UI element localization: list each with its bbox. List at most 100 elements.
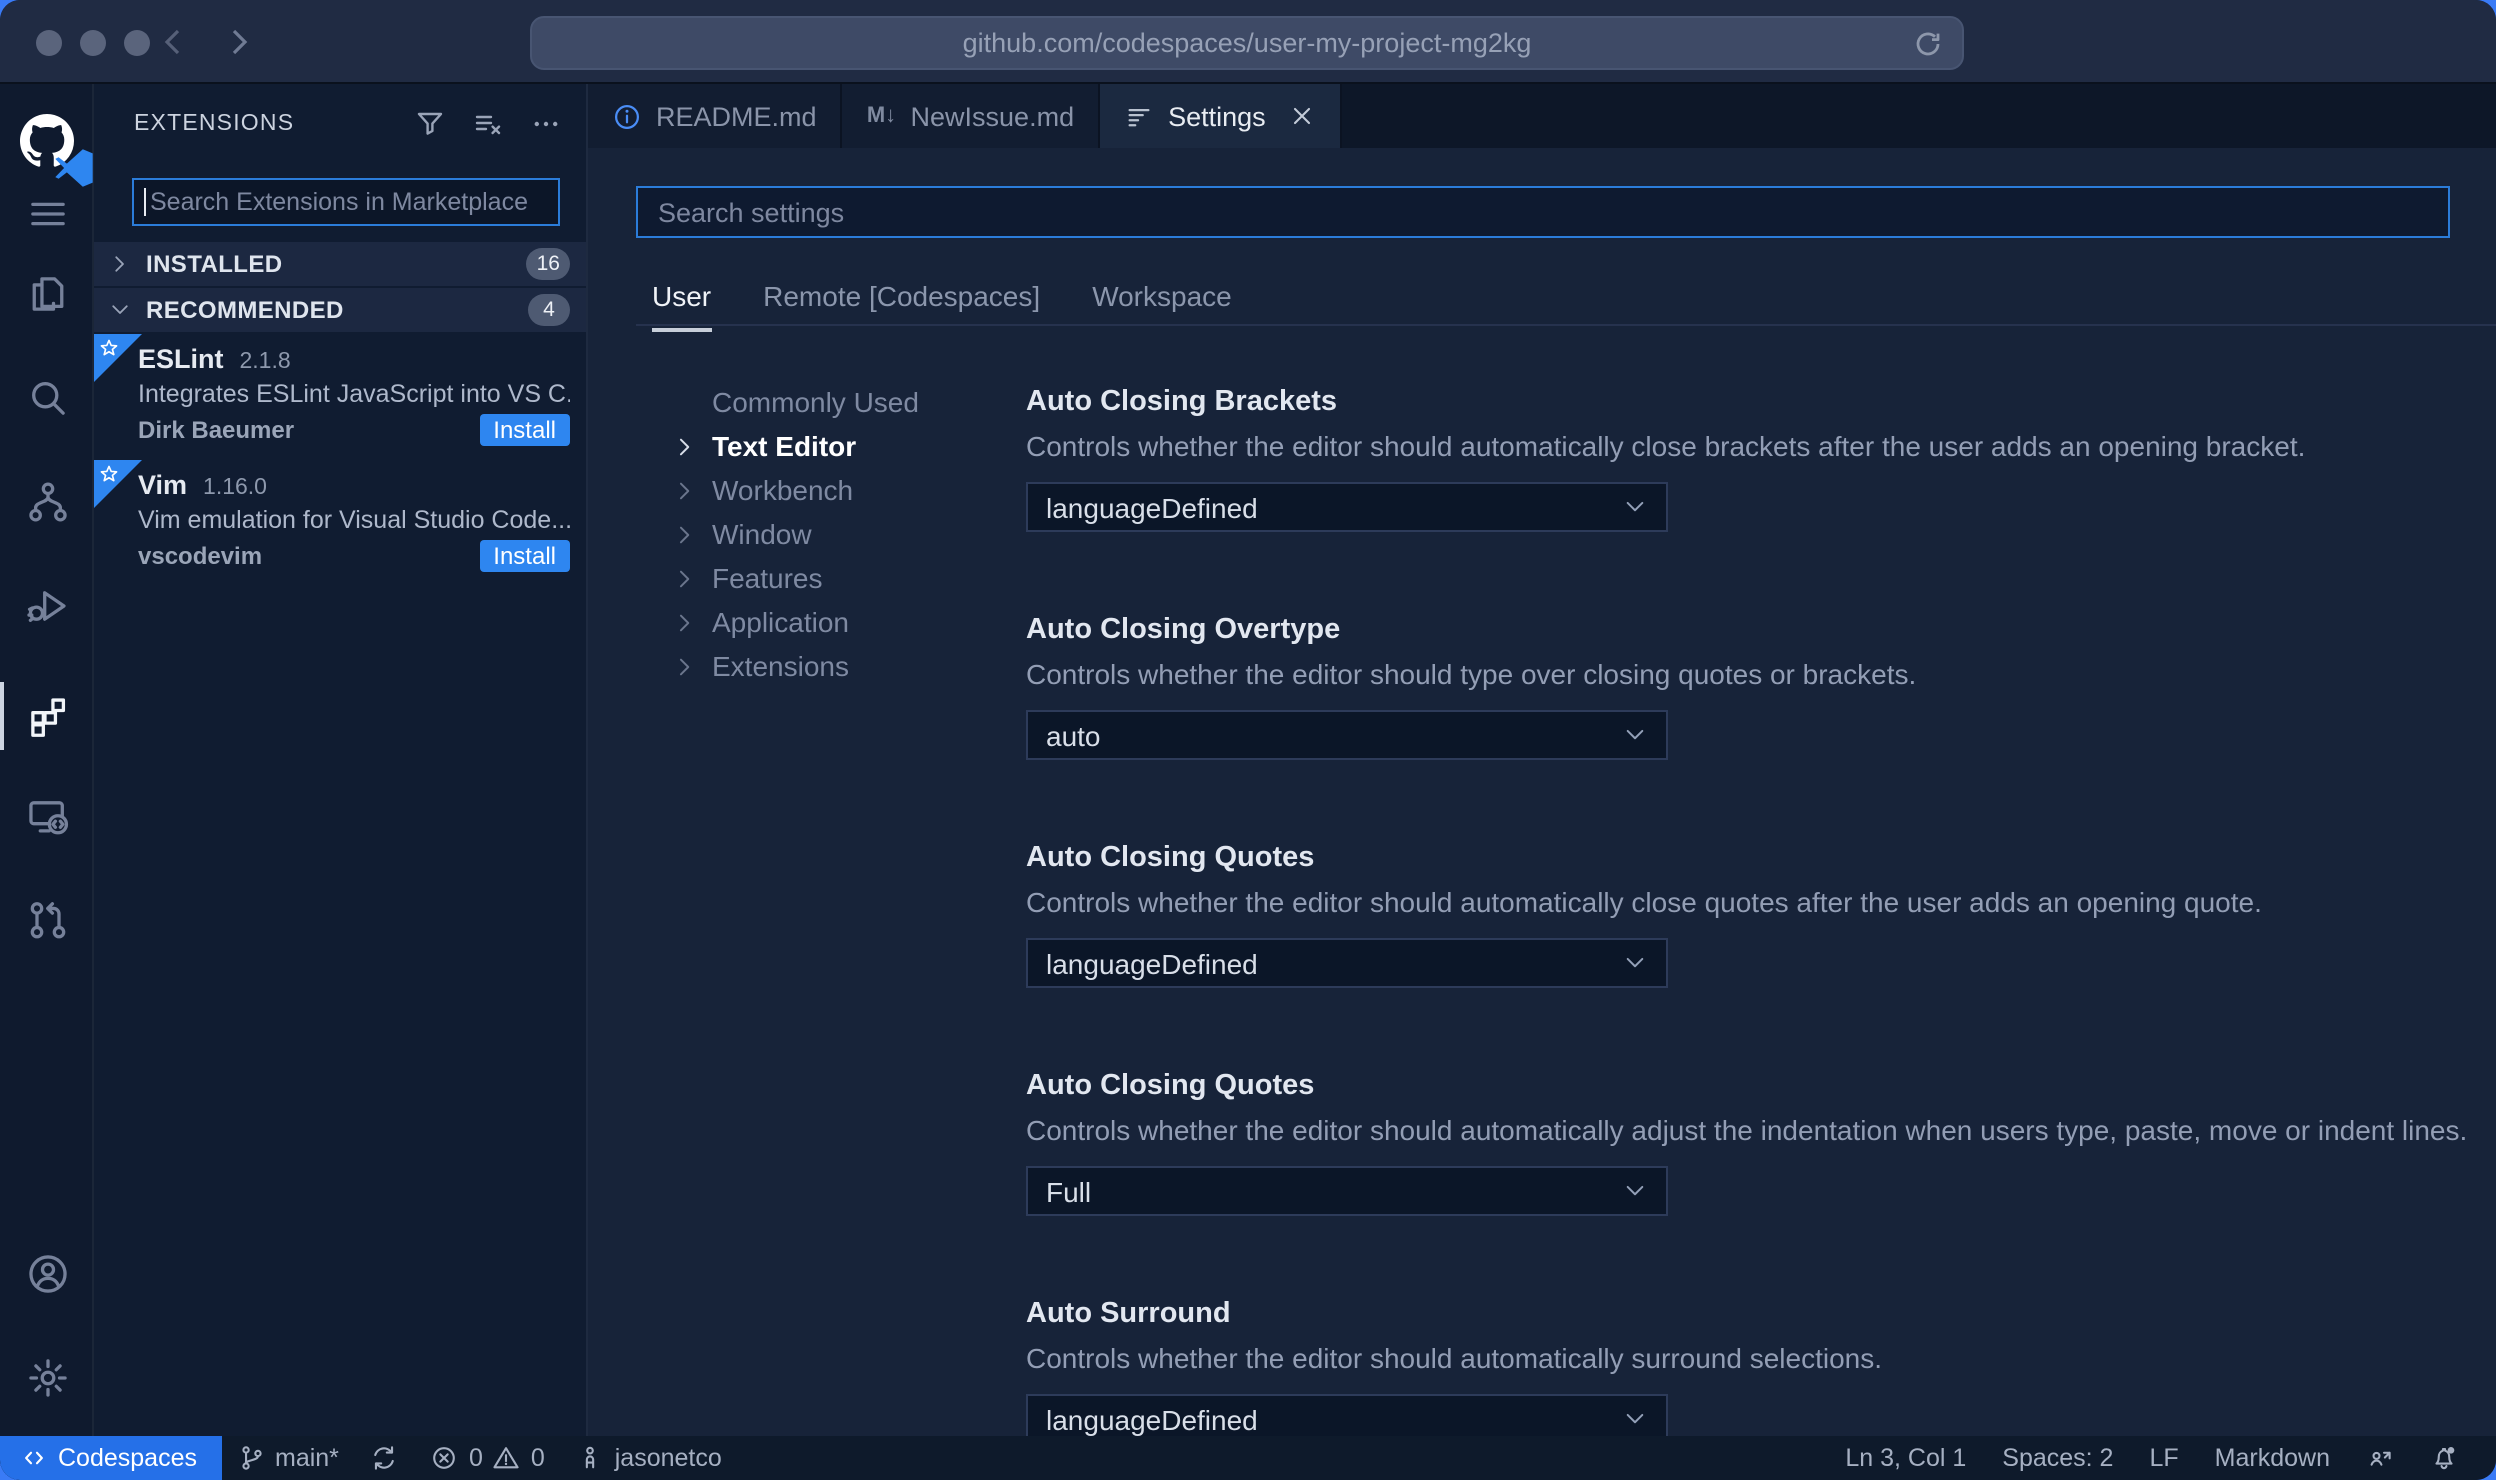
activity-item-account[interactable] <box>0 1238 94 1310</box>
status-indentation[interactable]: Spaces: 2 <box>1984 1436 2131 1480</box>
activity-item-menu[interactable] <box>0 178 94 250</box>
clear-list-icon[interactable] <box>472 108 504 140</box>
install-button[interactable]: Install <box>479 540 570 572</box>
tab-newissue-md[interactable]: M↓ NewIssue.md <box>842 84 1101 148</box>
close-window-button[interactable] <box>36 30 62 56</box>
toc-item-application[interactable]: Application <box>672 600 1026 644</box>
status-cursor-position[interactable]: Ln 3, Col 1 <box>1827 1436 1984 1480</box>
recommended-ribbon <box>94 334 142 382</box>
setting-row: Auto Surround Controls whether the editor… <box>1026 1296 2476 1436</box>
dropdown-value: languageDefined <box>1046 491 1258 523</box>
dropdown-value: languageDefined <box>1046 1403 1258 1435</box>
activity-item-settings-gear[interactable] <box>0 1342 94 1414</box>
extensions-search-placeholder: Search Extensions in Marketplace <box>150 188 528 216</box>
address-bar[interactable]: github.com/codespaces/user-my-project-mg… <box>530 16 1964 70</box>
reload-icon[interactable] <box>1912 28 1944 60</box>
status-label: 0 <box>530 1444 545 1472</box>
status-language-mode[interactable]: Markdown <box>2197 1436 2348 1480</box>
setting-title: Auto Surround <box>1026 1298 1231 1330</box>
activity-item-source-control[interactable] <box>0 466 94 538</box>
activity-item-run-debug[interactable] <box>0 570 94 642</box>
toc-item-features[interactable]: Features <box>672 556 1026 600</box>
setting-title: Auto Closing Overtype <box>1026 614 1341 646</box>
activity-item-explorer[interactable] <box>0 258 94 330</box>
files-icon <box>25 272 69 316</box>
install-button[interactable]: Install <box>479 414 570 446</box>
status-problems[interactable]: 00 <box>415 1436 561 1480</box>
setting-dropdown[interactable]: languageDefined <box>1026 1394 1668 1436</box>
setting-dropdown[interactable]: auto <box>1026 710 1668 760</box>
chevron-down-icon <box>1622 494 1648 520</box>
back-icon[interactable] <box>152 20 196 64</box>
setting-dropdown[interactable]: languageDefined <box>1026 938 1668 988</box>
extension-card[interactable]: Vim 1.16.0 Vim emulation for Visual Studio… <box>94 460 586 586</box>
tab-settings[interactable]: Settings <box>1100 84 1342 148</box>
dropdown-value: Full <box>1046 1175 1092 1207</box>
status-label: Ln 3, Col 1 <box>1845 1444 1967 1472</box>
status-codespaces[interactable]: Codespaces <box>0 1436 221 1480</box>
toc-label: Extensions <box>712 650 849 682</box>
extension-title-row: Vim 1.16.0 <box>138 470 570 500</box>
extension-version: 2.1.8 <box>239 350 291 374</box>
extensions-panel: EXTENSIONS Search Extensions in Marketpl… <box>94 84 588 1436</box>
status-eol[interactable]: LF <box>2131 1436 2196 1480</box>
activity-item-remote-explorer[interactable] <box>0 780 94 852</box>
section-installed[interactable]: INSTALLED 16 <box>94 242 586 286</box>
activity-item-extensions[interactable] <box>0 680 94 752</box>
editor-area: README.md M↓ NewIssue.md Settings Search se… <box>588 84 2496 1436</box>
zoom-window-button[interactable] <box>124 30 150 56</box>
chevron-right-icon <box>672 609 698 635</box>
chevron-right-icon <box>672 565 698 591</box>
extension-sections: INSTALLED 16 RECOMMENDED 4 <box>94 242 586 334</box>
debug-icon <box>25 584 69 628</box>
toc-item-extensions[interactable]: Extensions <box>672 644 1026 688</box>
activity-item-search[interactable] <box>0 362 94 434</box>
status-branch[interactable]: main* <box>221 1436 355 1480</box>
toc-label: Application <box>712 606 849 638</box>
extensions-icon <box>25 694 69 738</box>
toc-item-window[interactable]: Window <box>672 512 1026 556</box>
search-icon <box>25 376 69 420</box>
extension-description: Vim emulation for Visual Studio Code... <box>138 506 570 534</box>
active-indicator <box>0 682 4 750</box>
status-notifications[interactable] <box>2412 1436 2476 1480</box>
toc-item-commonly-used[interactable]: Commonly Used <box>672 380 1026 424</box>
setting-dropdown[interactable]: Full <box>1026 1166 1668 1216</box>
markdown-icon: M↓ <box>866 104 897 128</box>
section-recommended[interactable]: RECOMMENDED 4 <box>94 288 586 332</box>
toc-label: Text Editor <box>712 430 857 462</box>
toc-label: Features <box>712 562 823 594</box>
text-caret <box>144 188 146 216</box>
toc-item-text-editor[interactable]: Text Editor <box>672 424 1026 468</box>
chevron-right-icon <box>672 433 698 459</box>
settings-search-input[interactable]: Search settings <box>636 186 2450 238</box>
activity-item-pull-requests[interactable] <box>0 884 94 956</box>
chevron-down-icon <box>1622 1178 1648 1204</box>
setting-dropdown[interactable]: languageDefined <box>1026 482 1668 532</box>
pull-request-icon <box>25 898 69 942</box>
forward-icon[interactable] <box>216 20 260 64</box>
status-sync[interactable] <box>355 1436 415 1480</box>
setting-row: Auto Closing Brackets Controls whether th… <box>1026 384 2476 532</box>
branch-icon <box>237 1444 265 1472</box>
status-label: main* <box>275 1444 339 1472</box>
minimize-window-button[interactable] <box>80 30 106 56</box>
ellipsis-icon[interactable] <box>530 108 562 140</box>
setting-title: Auto Closing Brackets <box>1026 386 1337 418</box>
setting-description: Controls whether the editor should type … <box>1026 658 1917 690</box>
chevron-right-icon <box>672 521 698 547</box>
close-icon[interactable] <box>1288 102 1316 130</box>
extension-card[interactable]: ESLint 2.1.8 Integrates ESLint JavaScript … <box>94 334 586 460</box>
tab-readme-md[interactable]: README.md <box>588 84 843 148</box>
status-feedback[interactable] <box>2348 1436 2412 1480</box>
setting-row: Auto Closing Quotes Controls whether the … <box>1026 840 2476 988</box>
tab-label: README.md <box>656 101 817 131</box>
extensions-search-input[interactable]: Search Extensions in Marketplace <box>132 178 560 226</box>
sync-icon <box>371 1444 399 1472</box>
toc-item-workbench[interactable]: Workbench <box>672 468 1026 512</box>
activity-item-github-home[interactable] <box>0 104 94 186</box>
status-user[interactable]: jasonetco <box>561 1436 738 1480</box>
settings-list-icon <box>1124 101 1154 131</box>
filter-icon[interactable] <box>414 108 446 140</box>
warning-icon <box>493 1444 521 1472</box>
